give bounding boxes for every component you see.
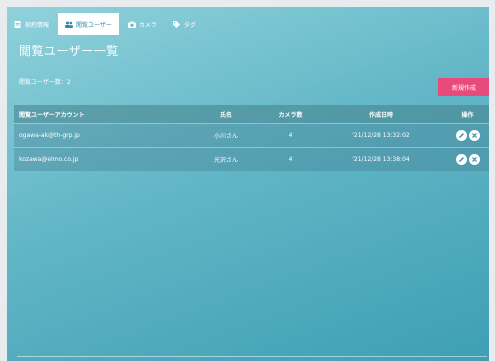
camera-icon	[127, 21, 136, 28]
table-row: kozawa@elmo.co.jp 光沢さん 4 '21/12/28 13:38…	[14, 147, 489, 171]
cell-name: 光沢さん	[213, 157, 238, 164]
tab-users[interactable]: 閲覧ユーザー	[58, 13, 119, 35]
tab-users-label: 閲覧ユーザー	[76, 21, 112, 29]
cell-account: kozawa@elmo.co.jp	[19, 156, 79, 163]
delete-icon[interactable]	[468, 154, 480, 165]
cell-account: ogawa-ak@th-grp.jp	[19, 132, 80, 139]
tab-tag[interactable]: タグ	[166, 13, 203, 35]
table-row: ogawa-ak@th-grp.jp 小川さん 4 '21/12/28 13:3…	[14, 123, 489, 147]
delete-icon[interactable]	[468, 130, 480, 141]
tab-camera-label: カメラ	[138, 21, 157, 29]
edit-icon[interactable]	[455, 154, 467, 165]
header-name[interactable]: 氏名	[167, 110, 257, 119]
users-icon	[65, 21, 74, 28]
app-frame: 契約情報 閲覧ユーザー カメラ タグ 閲覧ユーザー一覧 閲覧ユーザー数：2 新規…	[7, 7, 489, 361]
page-title: 閲覧ユーザー一覧	[19, 44, 119, 58]
user-count: 閲覧ユーザー数：2	[19, 79, 71, 86]
tab-tag-label: タグ	[183, 21, 196, 29]
tab-camera[interactable]: カメラ	[121, 13, 164, 35]
cell-actions	[418, 130, 489, 141]
users-table: 閲覧ユーザーアカウント 氏名 カメラ数 作成日時 操作 ogawa-ak@th-…	[14, 105, 489, 171]
contract-icon	[14, 20, 21, 28]
cell-cameras: 4	[288, 132, 293, 139]
tag-icon	[172, 20, 180, 28]
new-user-button[interactable]: 新規作成	[438, 78, 489, 96]
footer-divider	[17, 356, 487, 357]
cell-actions	[418, 154, 489, 165]
table-header: 閲覧ユーザーアカウント 氏名 カメラ数 作成日時 操作	[14, 105, 489, 123]
edit-icon[interactable]	[455, 130, 467, 141]
header-created[interactable]: 作成日時	[324, 110, 418, 119]
cell-name: 小川さん	[213, 133, 238, 140]
tab-contract[interactable]: 契約情報	[7, 13, 56, 35]
cell-cameras: 4	[288, 156, 293, 163]
cell-created: '21/12/28 13:32:02	[352, 132, 410, 139]
tab-bar: 契約情報 閲覧ユーザー カメラ タグ	[7, 13, 205, 35]
header-account[interactable]: 閲覧ユーザーアカウント	[14, 110, 167, 119]
tab-contract-label: 契約情報	[25, 21, 50, 29]
cell-created: '21/12/28 13:38:04	[352, 156, 410, 163]
header-actions: 操作	[461, 111, 474, 119]
header-cameras[interactable]: カメラ数	[257, 110, 324, 119]
